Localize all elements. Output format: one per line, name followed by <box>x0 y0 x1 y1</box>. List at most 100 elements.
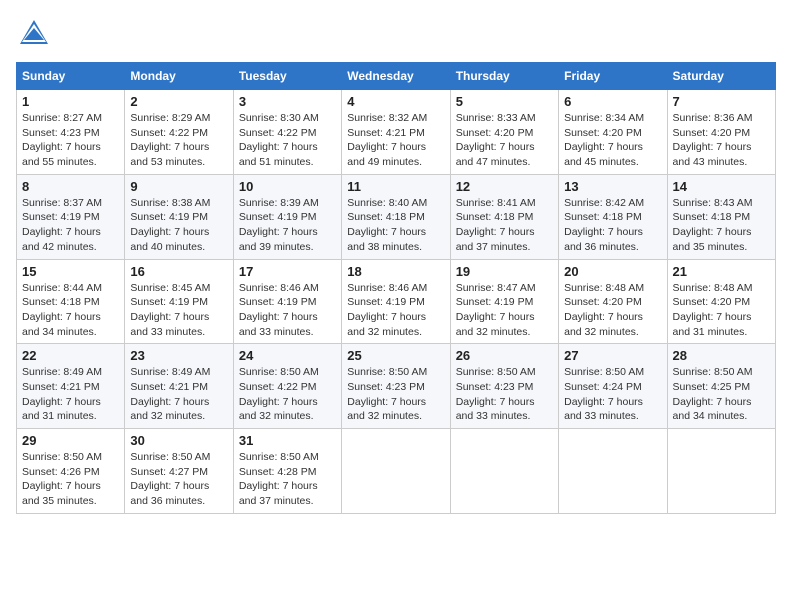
day-number: 23 <box>130 348 227 363</box>
calendar-cell <box>342 429 450 514</box>
calendar-cell: 2 Sunrise: 8:29 AM Sunset: 4:22 PM Dayli… <box>125 90 233 175</box>
day-info: Sunrise: 8:47 AM Sunset: 4:19 PM Dayligh… <box>456 281 553 340</box>
day-number: 24 <box>239 348 336 363</box>
day-info: Sunrise: 8:42 AM Sunset: 4:18 PM Dayligh… <box>564 196 661 255</box>
calendar-cell: 28 Sunrise: 8:50 AM Sunset: 4:25 PM Dayl… <box>667 344 775 429</box>
day-number: 26 <box>456 348 553 363</box>
day-info: Sunrise: 8:50 AM Sunset: 4:27 PM Dayligh… <box>130 450 227 509</box>
day-info: Sunrise: 8:33 AM Sunset: 4:20 PM Dayligh… <box>456 111 553 170</box>
calendar-cell: 18 Sunrise: 8:46 AM Sunset: 4:19 PM Dayl… <box>342 259 450 344</box>
day-info: Sunrise: 8:37 AM Sunset: 4:19 PM Dayligh… <box>22 196 119 255</box>
weekday-header-tuesday: Tuesday <box>233 63 341 90</box>
header <box>16 16 776 52</box>
day-info: Sunrise: 8:46 AM Sunset: 4:19 PM Dayligh… <box>347 281 444 340</box>
day-number: 9 <box>130 179 227 194</box>
day-number: 14 <box>673 179 770 194</box>
calendar-cell: 25 Sunrise: 8:50 AM Sunset: 4:23 PM Dayl… <box>342 344 450 429</box>
day-info: Sunrise: 8:38 AM Sunset: 4:19 PM Dayligh… <box>130 196 227 255</box>
calendar-cell: 30 Sunrise: 8:50 AM Sunset: 4:27 PM Dayl… <box>125 429 233 514</box>
calendar-cell: 21 Sunrise: 8:48 AM Sunset: 4:20 PM Dayl… <box>667 259 775 344</box>
day-info: Sunrise: 8:45 AM Sunset: 4:19 PM Dayligh… <box>130 281 227 340</box>
weekday-header-friday: Friday <box>559 63 667 90</box>
calendar-cell <box>559 429 667 514</box>
calendar-cell: 26 Sunrise: 8:50 AM Sunset: 4:23 PM Dayl… <box>450 344 558 429</box>
calendar-cell: 8 Sunrise: 8:37 AM Sunset: 4:19 PM Dayli… <box>17 174 125 259</box>
day-info: Sunrise: 8:49 AM Sunset: 4:21 PM Dayligh… <box>130 365 227 424</box>
calendar-cell <box>667 429 775 514</box>
weekday-header-sunday: Sunday <box>17 63 125 90</box>
weekday-header-monday: Monday <box>125 63 233 90</box>
day-number: 7 <box>673 94 770 109</box>
day-number: 29 <box>22 433 119 448</box>
calendar-cell: 7 Sunrise: 8:36 AM Sunset: 4:20 PM Dayli… <box>667 90 775 175</box>
day-number: 1 <box>22 94 119 109</box>
week-row-1: 1 Sunrise: 8:27 AM Sunset: 4:23 PM Dayli… <box>17 90 776 175</box>
day-number: 21 <box>673 264 770 279</box>
day-info: Sunrise: 8:43 AM Sunset: 4:18 PM Dayligh… <box>673 196 770 255</box>
logo-area <box>16 16 56 52</box>
calendar-cell <box>450 429 558 514</box>
day-number: 10 <box>239 179 336 194</box>
day-info: Sunrise: 8:27 AM Sunset: 4:23 PM Dayligh… <box>22 111 119 170</box>
day-number: 6 <box>564 94 661 109</box>
calendar-cell: 14 Sunrise: 8:43 AM Sunset: 4:18 PM Dayl… <box>667 174 775 259</box>
day-info: Sunrise: 8:50 AM Sunset: 4:23 PM Dayligh… <box>456 365 553 424</box>
day-info: Sunrise: 8:50 AM Sunset: 4:25 PM Dayligh… <box>673 365 770 424</box>
day-number: 2 <box>130 94 227 109</box>
weekday-header-thursday: Thursday <box>450 63 558 90</box>
calendar-cell: 16 Sunrise: 8:45 AM Sunset: 4:19 PM Dayl… <box>125 259 233 344</box>
calendar-cell: 23 Sunrise: 8:49 AM Sunset: 4:21 PM Dayl… <box>125 344 233 429</box>
day-number: 25 <box>347 348 444 363</box>
weekday-header-saturday: Saturday <box>667 63 775 90</box>
day-info: Sunrise: 8:50 AM Sunset: 4:22 PM Dayligh… <box>239 365 336 424</box>
calendar-cell: 17 Sunrise: 8:46 AM Sunset: 4:19 PM Dayl… <box>233 259 341 344</box>
calendar-cell: 1 Sunrise: 8:27 AM Sunset: 4:23 PM Dayli… <box>17 90 125 175</box>
day-info: Sunrise: 8:50 AM Sunset: 4:24 PM Dayligh… <box>564 365 661 424</box>
calendar-cell: 15 Sunrise: 8:44 AM Sunset: 4:18 PM Dayl… <box>17 259 125 344</box>
calendar-cell: 5 Sunrise: 8:33 AM Sunset: 4:20 PM Dayli… <box>450 90 558 175</box>
week-row-3: 15 Sunrise: 8:44 AM Sunset: 4:18 PM Dayl… <box>17 259 776 344</box>
week-row-2: 8 Sunrise: 8:37 AM Sunset: 4:19 PM Dayli… <box>17 174 776 259</box>
calendar-cell: 19 Sunrise: 8:47 AM Sunset: 4:19 PM Dayl… <box>450 259 558 344</box>
calendar-cell: 4 Sunrise: 8:32 AM Sunset: 4:21 PM Dayli… <box>342 90 450 175</box>
day-info: Sunrise: 8:50 AM Sunset: 4:28 PM Dayligh… <box>239 450 336 509</box>
calendar-table: SundayMondayTuesdayWednesdayThursdayFrid… <box>16 62 776 514</box>
day-number: 15 <box>22 264 119 279</box>
day-info: Sunrise: 8:36 AM Sunset: 4:20 PM Dayligh… <box>673 111 770 170</box>
day-number: 5 <box>456 94 553 109</box>
calendar-cell: 6 Sunrise: 8:34 AM Sunset: 4:20 PM Dayli… <box>559 90 667 175</box>
calendar-cell: 3 Sunrise: 8:30 AM Sunset: 4:22 PM Dayli… <box>233 90 341 175</box>
day-info: Sunrise: 8:32 AM Sunset: 4:21 PM Dayligh… <box>347 111 444 170</box>
day-number: 4 <box>347 94 444 109</box>
day-number: 18 <box>347 264 444 279</box>
day-info: Sunrise: 8:30 AM Sunset: 4:22 PM Dayligh… <box>239 111 336 170</box>
day-number: 3 <box>239 94 336 109</box>
day-number: 13 <box>564 179 661 194</box>
week-row-5: 29 Sunrise: 8:50 AM Sunset: 4:26 PM Dayl… <box>17 429 776 514</box>
day-info: Sunrise: 8:44 AM Sunset: 4:18 PM Dayligh… <box>22 281 119 340</box>
calendar-cell: 20 Sunrise: 8:48 AM Sunset: 4:20 PM Dayl… <box>559 259 667 344</box>
day-info: Sunrise: 8:50 AM Sunset: 4:23 PM Dayligh… <box>347 365 444 424</box>
day-info: Sunrise: 8:41 AM Sunset: 4:18 PM Dayligh… <box>456 196 553 255</box>
logo-icon <box>16 16 52 52</box>
weekday-header-wednesday: Wednesday <box>342 63 450 90</box>
calendar-cell: 24 Sunrise: 8:50 AM Sunset: 4:22 PM Dayl… <box>233 344 341 429</box>
day-info: Sunrise: 8:29 AM Sunset: 4:22 PM Dayligh… <box>130 111 227 170</box>
weekday-header-row: SundayMondayTuesdayWednesdayThursdayFrid… <box>17 63 776 90</box>
day-number: 12 <box>456 179 553 194</box>
calendar-cell: 10 Sunrise: 8:39 AM Sunset: 4:19 PM Dayl… <box>233 174 341 259</box>
week-row-4: 22 Sunrise: 8:49 AM Sunset: 4:21 PM Dayl… <box>17 344 776 429</box>
day-number: 28 <box>673 348 770 363</box>
calendar-cell: 11 Sunrise: 8:40 AM Sunset: 4:18 PM Dayl… <box>342 174 450 259</box>
day-info: Sunrise: 8:39 AM Sunset: 4:19 PM Dayligh… <box>239 196 336 255</box>
calendar-cell: 22 Sunrise: 8:49 AM Sunset: 4:21 PM Dayl… <box>17 344 125 429</box>
day-info: Sunrise: 8:48 AM Sunset: 4:20 PM Dayligh… <box>564 281 661 340</box>
day-number: 11 <box>347 179 444 194</box>
day-number: 19 <box>456 264 553 279</box>
calendar-cell: 13 Sunrise: 8:42 AM Sunset: 4:18 PM Dayl… <box>559 174 667 259</box>
day-number: 27 <box>564 348 661 363</box>
day-number: 20 <box>564 264 661 279</box>
day-number: 22 <box>22 348 119 363</box>
calendar-cell: 27 Sunrise: 8:50 AM Sunset: 4:24 PM Dayl… <box>559 344 667 429</box>
day-info: Sunrise: 8:46 AM Sunset: 4:19 PM Dayligh… <box>239 281 336 340</box>
